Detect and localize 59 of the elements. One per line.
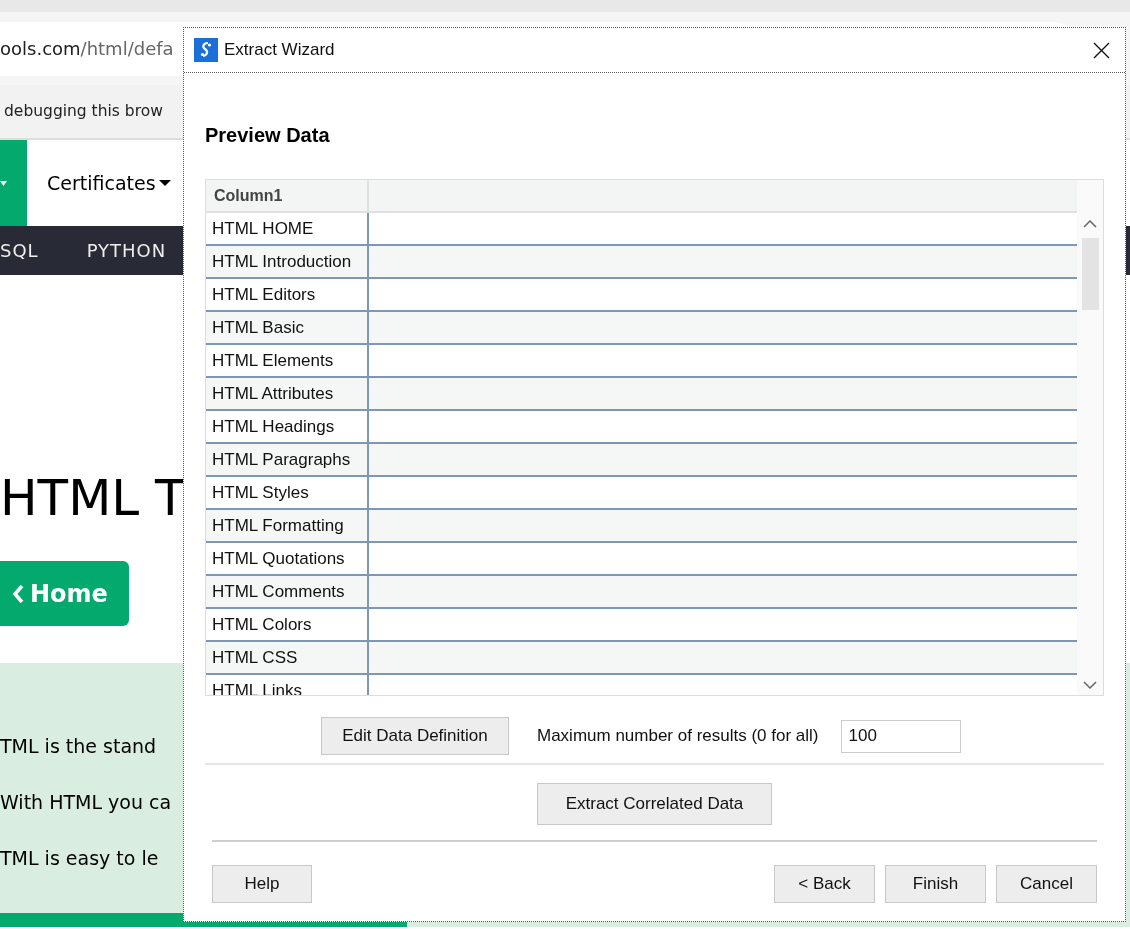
intro-text: TML is easy to le [0, 847, 159, 870]
table-row[interactable]: HTML Introduction [206, 246, 1077, 279]
table-cell: HTML Styles [206, 477, 369, 508]
table-cell: HTML Colors [206, 609, 369, 640]
url-path: /html/defa [80, 37, 174, 61]
back-button[interactable]: < Back [774, 865, 875, 903]
table-cell: HTML Headings [206, 411, 369, 442]
chevron-left-icon [12, 583, 24, 604]
table-cell: HTML Comments [206, 576, 369, 607]
table-row[interactable]: HTML Paragraphs [206, 444, 1077, 477]
close-icon [1092, 41, 1110, 59]
close-button[interactable] [1091, 40, 1111, 60]
topic-link[interactable]: PYTHON [86, 237, 167, 264]
edit-definition-button[interactable]: Edit Data Definition [321, 717, 509, 755]
table-cell: HTML Introduction [206, 246, 369, 277]
url-host: ools.com [0, 37, 81, 61]
table-row[interactable]: HTML HOME [206, 213, 1077, 246]
page-heading: HTML T [0, 468, 186, 529]
caret-icon [0, 179, 7, 187]
scrollbar[interactable] [1077, 180, 1103, 695]
info-text: debugging this brow [4, 100, 163, 122]
intro-text: TML is the stand [0, 735, 157, 758]
table-cell: HTML Paragraphs [206, 444, 369, 475]
table-cell: HTML Links [206, 675, 369, 695]
table-cell: HTML Quotations [206, 543, 369, 574]
max-results-field[interactable]: 100 [840, 719, 961, 753]
section-title: Preview Data [205, 123, 331, 147]
table-row[interactable]: HTML Comments [206, 576, 1077, 609]
table-cell: HTML Basic [206, 312, 369, 343]
table-row[interactable]: HTML CSS [206, 642, 1077, 675]
intro-text: With HTML you ca [0, 791, 172, 814]
table-cell: HTML Attributes [206, 378, 369, 409]
table-row[interactable]: HTML Headings [206, 411, 1077, 444]
table-row[interactable]: HTML Elements [206, 345, 1077, 378]
table-row[interactable]: HTML Basic [206, 312, 1077, 345]
finish-button[interactable]: Finish [885, 865, 986, 903]
table-cell: HTML HOME [206, 213, 369, 244]
topic-link[interactable]: SQL [0, 237, 39, 264]
table-row[interactable]: HTML Formatting [206, 510, 1077, 543]
table-row[interactable]: HTML Attributes [206, 378, 1077, 411]
column-header[interactable]: Column1 [206, 180, 369, 211]
max-results-label: Maximum number of results (0 for all) [537, 725, 819, 748]
extract-correlated-button[interactable]: Extract Correlated Data [537, 783, 772, 825]
app-logo-icon [194, 38, 218, 62]
table-row[interactable]: HTML Quotations [206, 543, 1077, 576]
scroll-down-icon[interactable] [1083, 681, 1097, 689]
table-row[interactable]: HTML Editors [206, 279, 1077, 312]
table-row[interactable]: HTML Styles [206, 477, 1077, 510]
window-title: Extract Wizard [224, 39, 335, 62]
help-button[interactable]: Help [212, 865, 312, 903]
table-cell: HTML Formatting [206, 510, 369, 541]
scroll-up-icon[interactable] [1083, 220, 1097, 228]
table-row[interactable]: HTML Colors [206, 609, 1077, 642]
cancel-button[interactable]: Cancel [996, 865, 1097, 903]
caret-icon [158, 179, 171, 187]
nav-item[interactable]: Certificates [47, 168, 171, 198]
table-cell: HTML CSS [206, 642, 369, 673]
table-cell: HTML Editors [206, 279, 369, 310]
table-cell: HTML Elements [206, 345, 369, 376]
